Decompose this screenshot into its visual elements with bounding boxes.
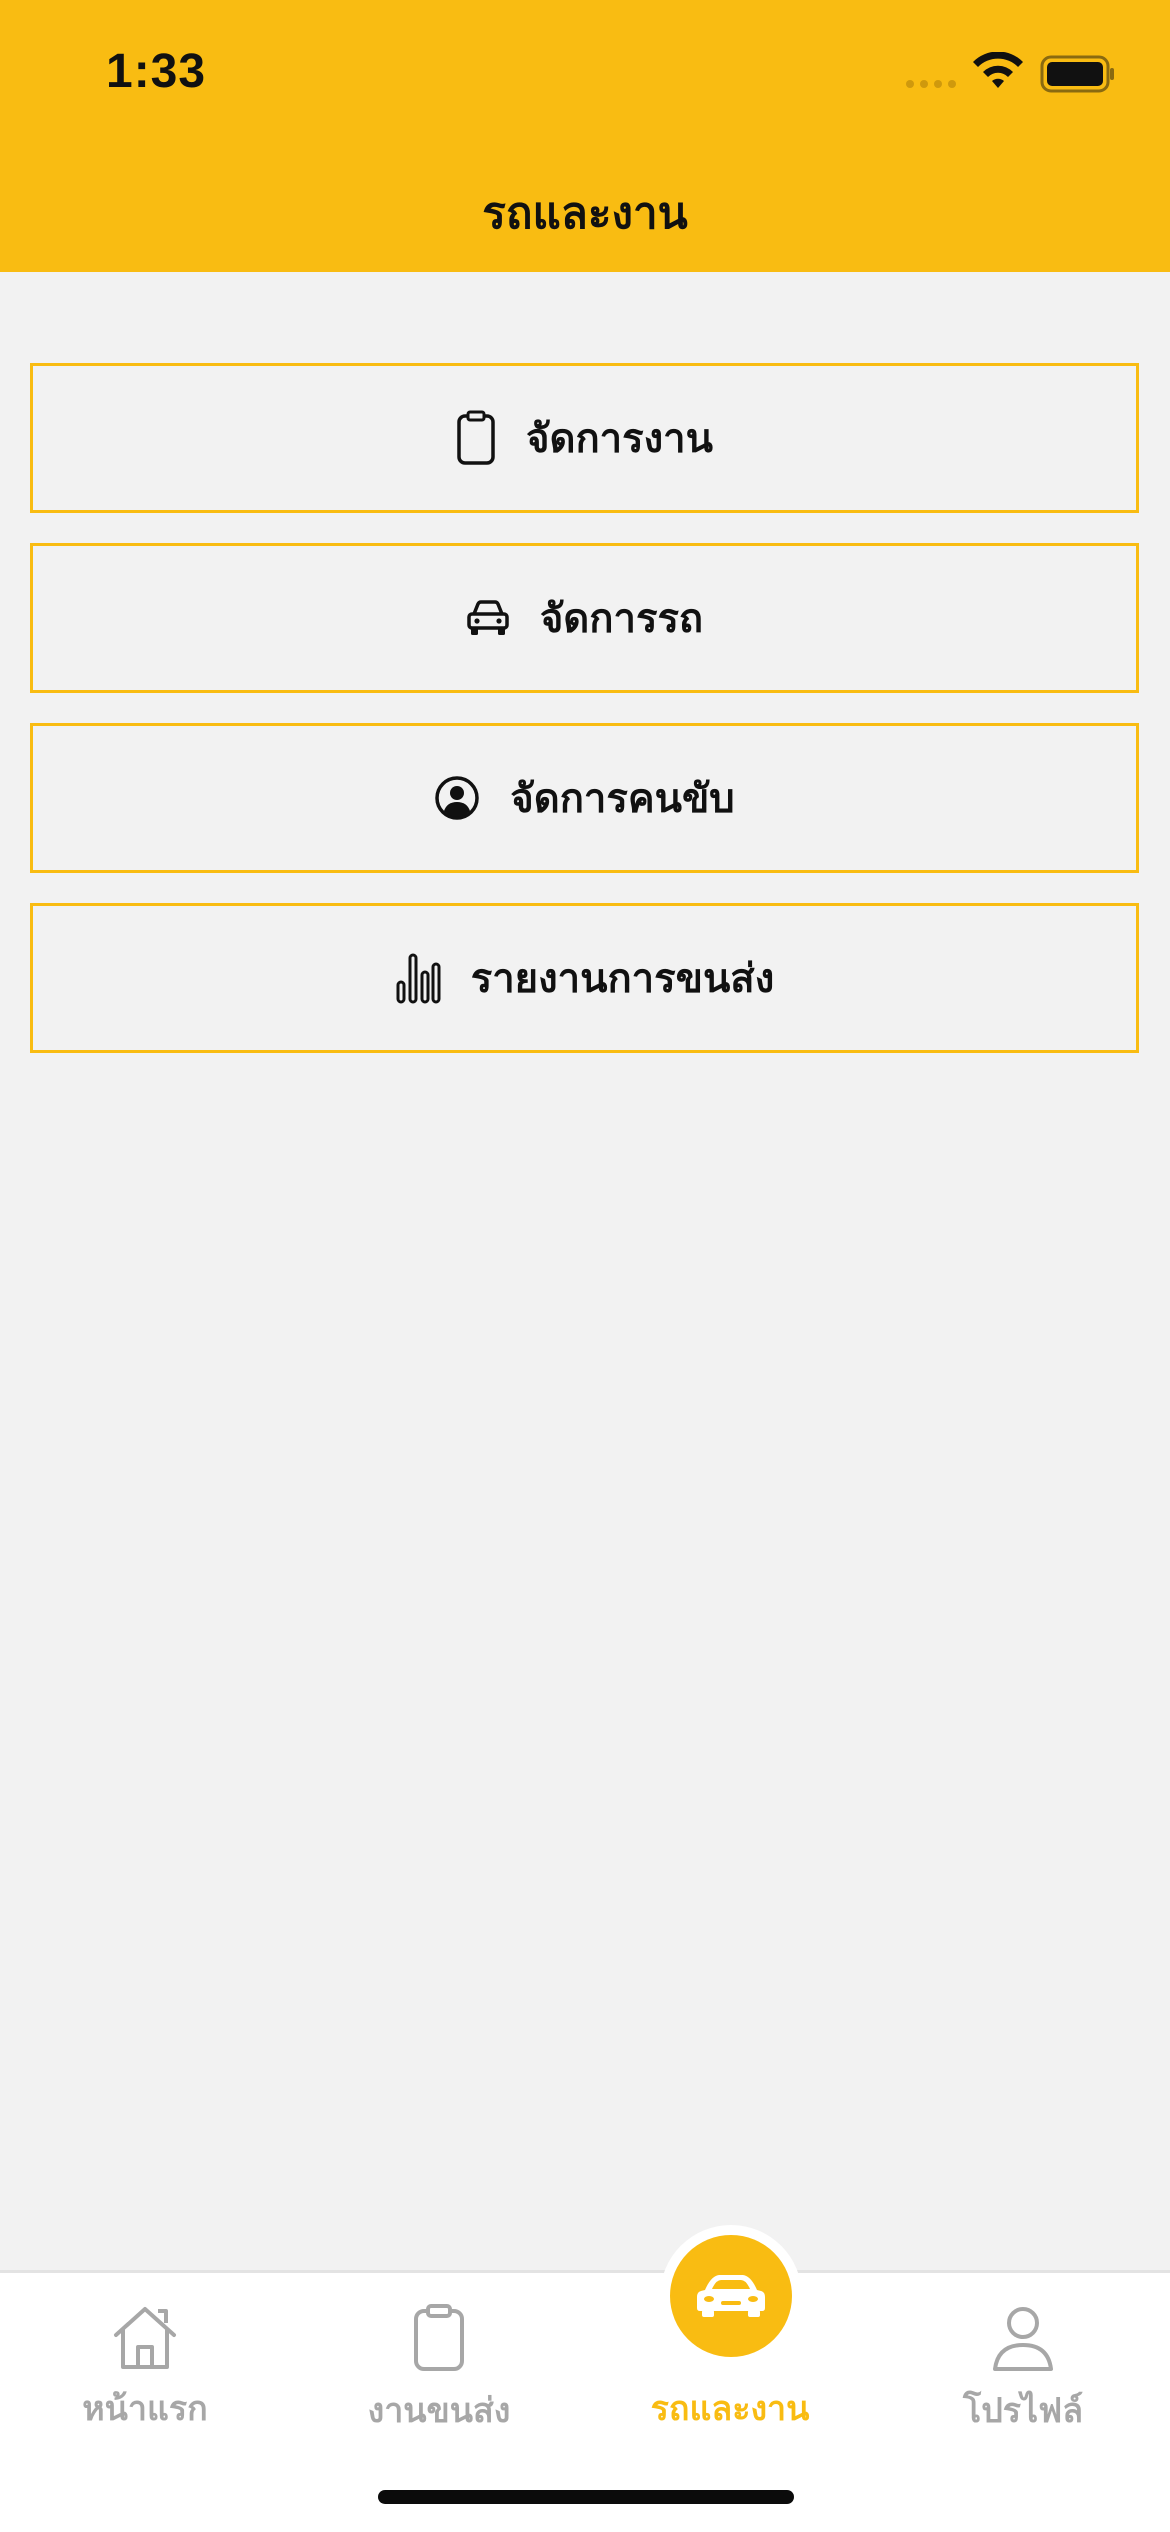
- active-tab-circle: [670, 2235, 792, 2357]
- tab-label: งานขนส่ง: [367, 2391, 511, 2431]
- home-indicator[interactable]: [378, 2490, 794, 2504]
- active-tab-button[interactable]: [660, 2225, 802, 2367]
- clipboard-icon: [456, 410, 496, 466]
- header: 1:33 รถและงาน: [0, 0, 1170, 272]
- bar-chart-icon: [395, 952, 441, 1004]
- tab-label: รถและงาน: [650, 2389, 810, 2429]
- delivery-report-button[interactable]: รายงานการขนส่ง: [30, 903, 1139, 1053]
- page-title: รถและงาน: [482, 188, 688, 239]
- car-icon: [466, 598, 510, 638]
- user-icon: [990, 2303, 1056, 2377]
- tab-label: หน้าแรก: [82, 2389, 208, 2429]
- menu-item-label: จัดการรถ: [539, 596, 704, 642]
- status-time: 1:33: [106, 45, 207, 98]
- tab-label: โปรไฟล์: [962, 2391, 1084, 2431]
- manage-vehicles-button[interactable]: จัดการรถ: [30, 543, 1139, 693]
- manage-drivers-button[interactable]: จัดการคนขับ: [30, 723, 1139, 873]
- clipboard-icon: [411, 2303, 467, 2377]
- menu-list: จัดการงาน จัดการรถ จัดการคนขับ รายงานการ…: [30, 363, 1139, 1083]
- cellular-signal-icon: [906, 80, 956, 88]
- wifi-icon: [973, 52, 1023, 88]
- car-icon: [695, 2270, 767, 2322]
- tab-profile[interactable]: โปรไฟล์: [893, 2303, 1153, 2437]
- tab-home[interactable]: หน้าแรก: [15, 2303, 275, 2435]
- user-circle-icon: [434, 775, 480, 821]
- manage-jobs-button[interactable]: จัดการงาน: [30, 363, 1139, 513]
- menu-item-label: จัดการงาน: [526, 416, 713, 462]
- tab-deliveries[interactable]: งานขนส่ง: [309, 2303, 569, 2437]
- battery-icon: [1040, 55, 1114, 93]
- home-icon: [110, 2303, 180, 2375]
- menu-item-label: จัดการคนขับ: [510, 776, 735, 822]
- menu-item-label: รายงานการขนส่ง: [470, 956, 775, 1002]
